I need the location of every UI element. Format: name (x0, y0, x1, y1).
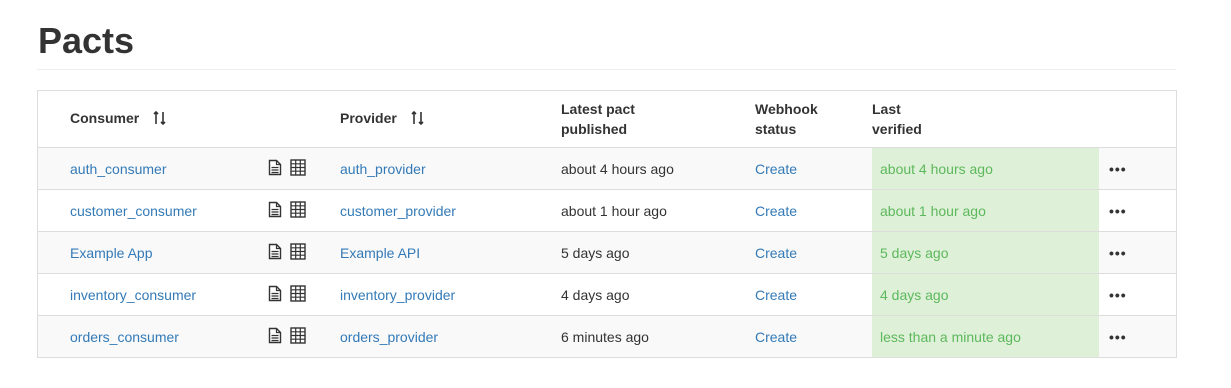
provider-header[interactable]: Provider (340, 91, 561, 148)
matrix-grid-icon[interactable] (290, 242, 306, 263)
matrix-grid-icon[interactable] (290, 158, 306, 179)
verified-text: less than a minute ago (880, 328, 1021, 345)
verified-header-line2: verified (872, 121, 922, 137)
document-icon[interactable] (268, 285, 282, 305)
matrix-grid-icon[interactable] (290, 284, 306, 305)
more-dots-icon[interactable]: ••• (1099, 189, 1176, 232)
webhook-create-link[interactable]: Create (755, 161, 797, 177)
provider-link[interactable]: Example API (340, 245, 420, 261)
consumer-link[interactable]: orders_consumer (70, 329, 179, 345)
webhook-header: Webhook status (755, 91, 872, 148)
verified-cell: 5 days ago (872, 231, 1099, 274)
verified-text: about 4 hours ago (880, 160, 993, 177)
table-row: auth_consumer auth_provider about 4 hour… (38, 147, 1176, 190)
latest-pact-header-line2: published (561, 121, 628, 137)
verified-cell: 4 days ago (872, 273, 1099, 316)
page-title: Pacts (38, 20, 135, 61)
more-dots-icon[interactable]: ••• (1099, 231, 1176, 274)
webhook-header-line2: status (755, 121, 797, 137)
table-row: inventory_consumer inventory_provider 4 … (38, 273, 1176, 316)
published-cell: 5 days ago (561, 231, 755, 274)
webhook-header-line1: Webhook (755, 101, 818, 117)
verified-cell: about 4 hours ago (872, 147, 1099, 190)
published-cell: about 4 hours ago (561, 147, 755, 190)
table-row: customer_consumer customer_provider abou… (38, 189, 1176, 232)
icons-header (268, 91, 340, 148)
verified-text: 4 days ago (880, 286, 949, 303)
consumer-header[interactable]: Consumer (38, 91, 268, 148)
verified-header-line1: Last (872, 101, 901, 117)
table-row: Example App Example API 5 days ago Creat… (38, 231, 1176, 274)
provider-link[interactable]: inventory_provider (340, 287, 455, 303)
published-cell: 6 minutes ago (561, 315, 755, 357)
provider-link[interactable]: orders_provider (340, 329, 438, 345)
sort-icon[interactable] (411, 110, 425, 130)
consumer-link[interactable]: inventory_consumer (70, 287, 196, 303)
matrix-grid-icon[interactable] (290, 200, 306, 221)
published-cell: about 1 hour ago (561, 189, 755, 232)
consumer-link[interactable]: auth_consumer (70, 161, 167, 177)
webhook-create-link[interactable]: Create (755, 287, 797, 303)
latest-pact-header: Latest pact published (561, 91, 755, 148)
document-icon[interactable] (268, 201, 282, 221)
provider-header-label: Provider (340, 110, 397, 127)
document-icon[interactable] (268, 243, 282, 263)
actions-header (1099, 91, 1176, 148)
table-row: orders_consumer orders_provider 6 minute… (38, 315, 1176, 357)
provider-link[interactable]: auth_provider (340, 161, 426, 177)
webhook-create-link[interactable]: Create (755, 329, 797, 345)
provider-link[interactable]: customer_provider (340, 203, 456, 219)
consumer-link[interactable]: customer_consumer (70, 203, 197, 219)
webhook-create-link[interactable]: Create (755, 245, 797, 261)
document-icon[interactable] (268, 327, 282, 347)
document-icon[interactable] (268, 159, 282, 179)
consumer-header-label: Consumer (70, 110, 140, 127)
verified-text: about 1 hour ago (880, 202, 986, 219)
verified-cell: about 1 hour ago (872, 189, 1099, 232)
title-divider (37, 69, 1176, 70)
more-dots-icon[interactable]: ••• (1099, 147, 1176, 190)
pacts-table: Consumer Provider Latest pact published … (37, 90, 1177, 358)
more-dots-icon[interactable]: ••• (1099, 273, 1176, 316)
verified-header: Last verified (872, 91, 1099, 148)
verified-text: 5 days ago (880, 244, 949, 261)
webhook-create-link[interactable]: Create (755, 203, 797, 219)
more-dots-icon[interactable]: ••• (1099, 315, 1176, 357)
consumer-link[interactable]: Example App (70, 245, 153, 261)
latest-pact-header-line1: Latest pact (561, 101, 635, 117)
verified-cell: less than a minute ago (872, 315, 1099, 357)
matrix-grid-icon[interactable] (290, 326, 306, 347)
published-cell: 4 days ago (561, 273, 755, 316)
table-header-row: Consumer Provider Latest pact published … (38, 91, 1176, 148)
sort-icon[interactable] (153, 110, 167, 130)
